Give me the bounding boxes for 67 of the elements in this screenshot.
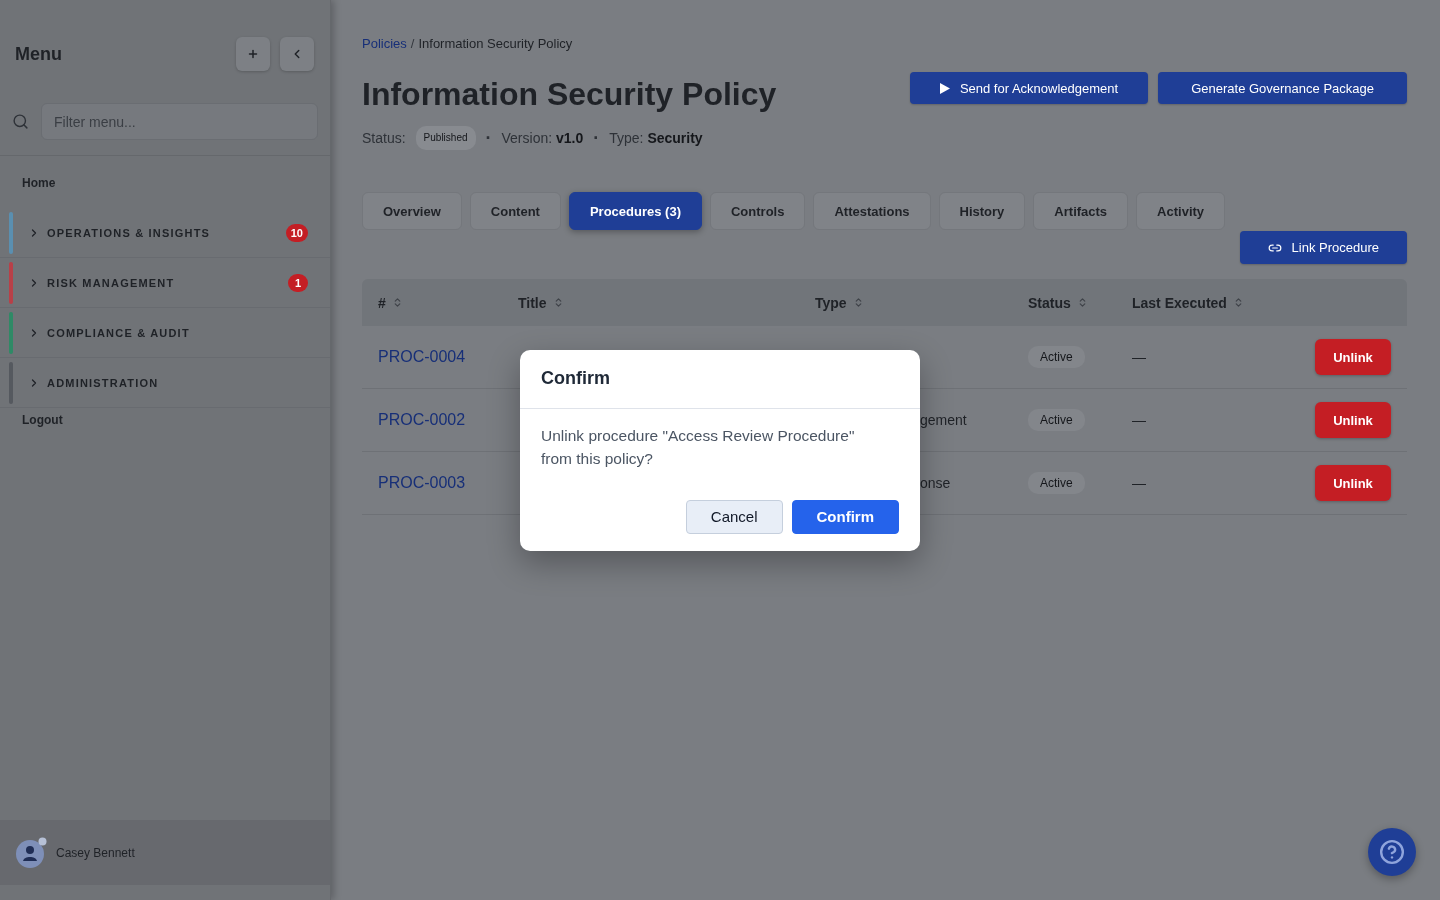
plus-icon — [247, 48, 259, 60]
tab[interactable]: Content — [469, 192, 561, 230]
search-icon — [12, 113, 29, 130]
meta-text: Type: Security — [609, 129, 703, 148]
tab[interactable]: Procedures (3) — [568, 192, 702, 230]
breadcrumb-separator: / — [410, 35, 415, 53]
group-label: ADMINISTRATION — [47, 376, 160, 389]
dialog-title: Confirm — [541, 368, 610, 389]
nav-group[interactable]: RISK MANAGEMENT 1 — [0, 258, 330, 308]
count-badge: 10 — [285, 223, 308, 242]
unlink-button[interactable]: Unlink — [1315, 465, 1391, 501]
collapse-button[interactable] — [280, 37, 314, 71]
procedure-id-link[interactable]: PROC-0004 — [378, 348, 466, 366]
status-badge: Active — [1028, 409, 1085, 431]
group-label: OPERATIONS & INSIGHTS — [47, 226, 212, 239]
nav-group[interactable]: OPERATIONS & INSIGHTS 10 — [0, 208, 330, 258]
nav-group[interactable]: COMPLIANCE & AUDIT — [0, 308, 330, 358]
nav-link[interactable]: Home — [0, 173, 330, 193]
send-button[interactable]: Send for Acknowledgement — [909, 72, 1149, 104]
status-label: Status: — [362, 129, 406, 148]
cancel-button[interactable]: Cancel — [685, 499, 783, 534]
avatar-icon — [16, 837, 47, 868]
group-label: RISK MANAGEMENT — [47, 276, 176, 289]
play-icon — [939, 82, 950, 94]
tab[interactable]: Controls — [710, 192, 806, 230]
breadcrumb-link[interactable]: Policies — [362, 34, 407, 54]
type-text: gement — [920, 412, 967, 428]
sidebar-title: Menu — [15, 43, 62, 66]
unlink-button[interactable]: Unlink — [1315, 402, 1391, 438]
meta-text: Version: v1.0 — [501, 129, 584, 148]
status-badge: Active — [1028, 346, 1085, 368]
tab[interactable]: Overview — [362, 192, 462, 230]
column-label: Title — [518, 294, 547, 311]
generate-button[interactable]: Generate Governance Package — [1158, 72, 1407, 104]
dialog-message: Unlink procedure "Access Review Procedure" from this policy? — [541, 425, 856, 469]
column-label: Type — [815, 294, 847, 311]
help-button[interactable] — [1368, 828, 1416, 876]
procedure-id-link[interactable]: PROC-0002 — [378, 411, 466, 429]
help-icon — [1379, 839, 1405, 865]
last-executed-text: — — [1132, 349, 1146, 365]
link-procedure-button[interactable]: Link Procedure — [1239, 231, 1407, 264]
nav-group[interactable]: ADMINISTRATION — [0, 358, 330, 408]
confirm-button[interactable]: Confirm — [791, 499, 899, 534]
last-executed-text: — — [1132, 412, 1146, 428]
count-badge: 1 — [288, 273, 308, 292]
unlink-button[interactable]: Unlink — [1315, 339, 1391, 375]
nav-link[interactable]: Logout — [0, 410, 330, 430]
last-executed-text: — — [1132, 475, 1146, 491]
type-text: onse — [920, 475, 951, 491]
filter-field[interactable]: Filter menu... — [41, 103, 318, 140]
column-label: Last Executed — [1132, 294, 1227, 311]
column-label: Status — [1028, 294, 1071, 311]
tab[interactable]: Activity — [1136, 192, 1226, 230]
column-label: # — [378, 294, 386, 311]
user-name: Casey Bennett — [56, 845, 135, 860]
procedure-id-link[interactable]: PROC-0003 — [378, 474, 466, 492]
breadcrumb-current: Information Security Policy — [418, 35, 573, 53]
separator-dot: · — [593, 128, 600, 148]
status-badge: Published — [415, 126, 476, 150]
add-button[interactable] — [236, 37, 270, 71]
tab[interactable]: History — [938, 192, 1026, 230]
group-label: COMPLIANCE & AUDIT — [47, 326, 191, 339]
tab[interactable]: Artifacts — [1033, 192, 1129, 230]
separator-dot: · — [485, 128, 492, 148]
status-badge: Active — [1028, 472, 1085, 494]
page-title: Information Security Policy — [362, 75, 777, 114]
tab[interactable]: Attestations — [813, 192, 931, 230]
